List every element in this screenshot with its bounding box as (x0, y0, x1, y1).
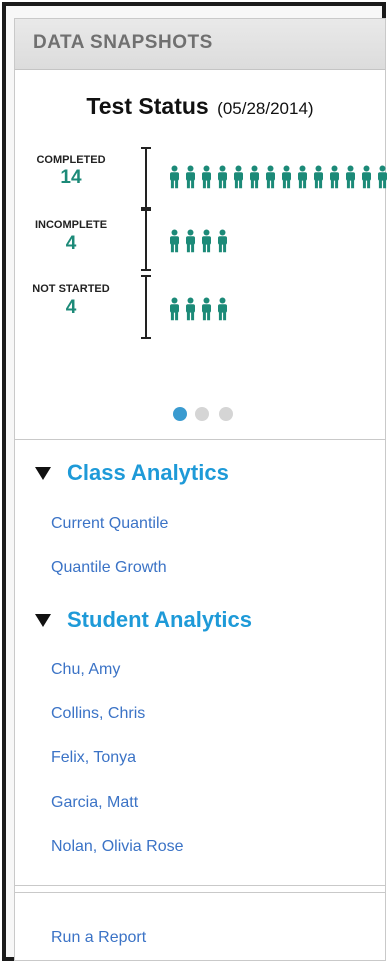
data-snapshots-panel: DATA SNAPSHOTS Test Status (05/28/2014) … (14, 18, 388, 961)
person-icon (250, 165, 259, 189)
stat-label: COMPLETED (36, 154, 106, 166)
carousel-dots (15, 407, 385, 423)
stat-count: 14 (60, 167, 82, 188)
person-icon (170, 297, 179, 321)
panel-title: DATA SNAPSHOTS (33, 32, 213, 53)
bracket (141, 275, 151, 339)
divider (15, 885, 385, 886)
person-icon (362, 165, 371, 189)
person-icon (266, 165, 275, 189)
carousel-dot-2[interactable] (195, 407, 209, 421)
class-analytics-header[interactable]: Class Analytics (35, 459, 229, 487)
bracket (141, 147, 151, 209)
carousel-dot-1[interactable] (173, 407, 187, 421)
snapshot-title-text: Test Status (86, 93, 209, 119)
student-analytics-title[interactable]: Student Analytics (67, 607, 252, 633)
person-icon (330, 165, 339, 189)
person-icon (202, 229, 211, 253)
person-icon (314, 165, 323, 189)
student-link-felix-tonya[interactable]: Felix, Tonya (51, 749, 136, 767)
person-icon (186, 165, 195, 189)
snapshot-date: (05/28/2014) (217, 99, 314, 118)
stat-row-not-started: NOT STARTED 4 (15, 269, 385, 349)
person-icon (346, 165, 355, 189)
carousel-dot-3[interactable] (219, 407, 233, 421)
person-icon (170, 165, 179, 189)
student-link-nolan-olivia-rose[interactable]: Nolan, Olivia Rose (51, 838, 184, 856)
collapse-triangle-icon[interactable] (35, 613, 51, 627)
person-icon (218, 229, 227, 253)
person-icon (218, 165, 227, 189)
person-icon (282, 165, 291, 189)
student-link-chu-amy[interactable]: Chu, Amy (51, 661, 120, 679)
outer-frame: DATA SNAPSHOTS Test Status (05/28/2014) … (2, 2, 388, 961)
person-icon (378, 165, 387, 189)
person-icon (234, 165, 243, 189)
people-icons (167, 297, 230, 321)
stat-label: NOT STARTED (32, 283, 110, 295)
person-icon (186, 297, 195, 321)
student-link-collins-chris[interactable]: Collins, Chris (51, 705, 145, 723)
people-icons (167, 229, 230, 253)
person-icon (202, 165, 211, 189)
link-quantile-growth[interactable]: Quantile Growth (51, 559, 167, 577)
person-icon (298, 165, 307, 189)
link-current-quantile[interactable]: Current Quantile (51, 515, 168, 533)
panel-header: DATA SNAPSHOTS (15, 19, 385, 70)
stat-label: INCOMPLETE (34, 219, 108, 231)
person-icon (186, 229, 195, 253)
run-report-link[interactable]: Run a Report (51, 929, 146, 947)
student-analytics-header[interactable]: Student Analytics (35, 606, 252, 634)
people-icons (167, 165, 388, 189)
person-icon (218, 297, 227, 321)
collapse-triangle-icon[interactable] (35, 466, 51, 480)
bracket (141, 209, 151, 271)
student-link-garcia-matt[interactable]: Garcia, Matt (51, 794, 138, 812)
person-icon (202, 297, 211, 321)
stat-count: 4 (65, 233, 77, 254)
class-analytics-title[interactable]: Class Analytics (67, 460, 229, 486)
snapshot-title: Test Status (05/28/2014) (15, 93, 385, 120)
person-icon (170, 229, 179, 253)
stat-count: 4 (65, 297, 77, 318)
divider (15, 439, 385, 440)
divider (15, 892, 385, 893)
